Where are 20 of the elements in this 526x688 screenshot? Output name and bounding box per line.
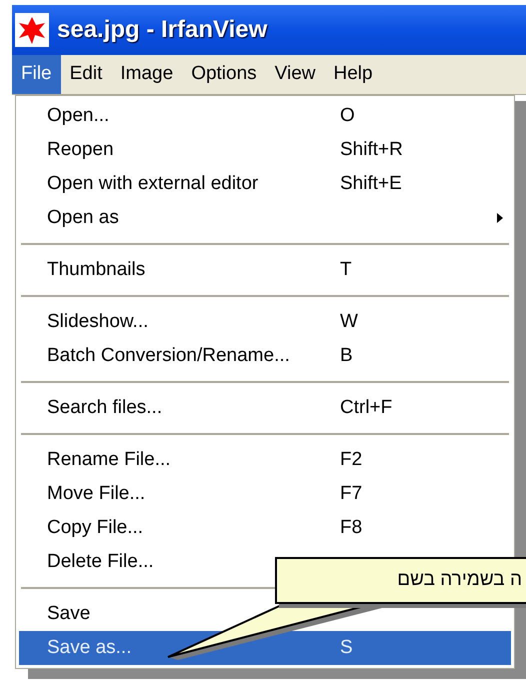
menu-item[interactable]: Save as... S	[19, 631, 511, 665]
menu-item[interactable]: Move File... F7	[19, 477, 511, 511]
menu-item[interactable]: Rename File... F2	[19, 443, 511, 477]
menu-item[interactable]: Slideshow... W	[19, 305, 511, 339]
app-logo-icon	[15, 13, 49, 47]
menu-item[interactable]: Search files... Ctrl+F	[19, 391, 511, 425]
menu-bar-item[interactable]: Edit	[60, 55, 112, 94]
menu-bar-item[interactable]: Image	[111, 55, 182, 94]
window-title: sea.jpg - IrfanView	[57, 15, 268, 45]
menu-item[interactable]: Reopen Shift+R	[19, 133, 511, 167]
menu-item[interactable]: Open as	[19, 201, 511, 235]
menu-item[interactable]: Batch Conversion/Rename... B	[19, 339, 511, 373]
menu-bar-item[interactable]: View	[266, 55, 325, 94]
menu-item[interactable]: Copy File... F8	[19, 511, 511, 545]
menu-item[interactable]: Thumbnails T	[19, 253, 511, 287]
menu-bar-item[interactable]: Help	[324, 55, 382, 94]
menu-item[interactable]: Open... O	[19, 99, 511, 133]
menu-item[interactable]: Open with external editor Shift+E	[19, 167, 511, 201]
menu-bar-item[interactable]: File	[12, 55, 61, 94]
menu-bar-item[interactable]: Options	[182, 55, 266, 94]
